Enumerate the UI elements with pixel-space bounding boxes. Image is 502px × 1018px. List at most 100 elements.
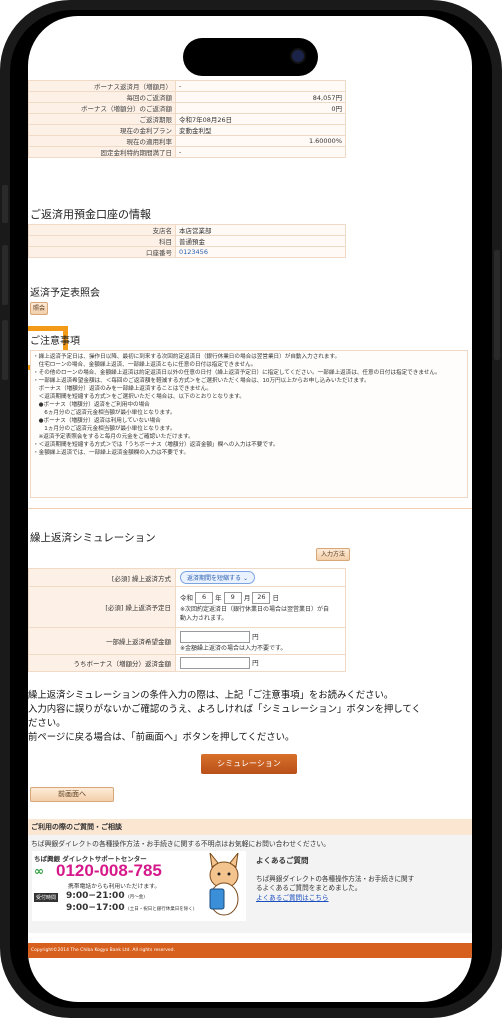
inquiry-button[interactable]: 照会 [30,302,48,315]
help-box: ちば興銀ダイレクトの各種操作方法・お手続きに関する不明点はお気軽にお問い合わせく… [28,835,472,933]
table-label: ボーナス（増額分）のご返済額 [28,102,176,114]
hours-label: 受付時間 [34,893,59,902]
bonus-input[interactable] [180,657,250,669]
note-line: ボーナス（増額分）返済のみを一部繰上返済することはできません。 [33,386,212,392]
table-row: [必須] 繰上返済予定日 令和 6 年 9 月 26 日 ※次回約定返済日（銀行… [28,586,346,628]
amount-unit: 円 [252,632,259,641]
dynamic-island [183,38,318,76]
schedule-section-title: 返済予定表照会 [30,288,100,299]
table-row: 現在の金利プラン 変動金利型 [28,124,346,136]
chevron-down-icon: ⌄ [242,575,248,582]
hours-weekday: 9:00−21:00 [66,891,125,901]
table-value: 変動金利型 [175,124,346,136]
table-row: ボーナス返済月（増額月） - [28,80,346,92]
table-label: 口座番号 [28,246,176,258]
notes-section-title: ご注意事項 [30,336,80,347]
mobile-note: 携帯電話からも利用いただけます。 [68,884,161,890]
note-line: ●ボーナス（増額分）返済は利用していない場合 [33,418,161,424]
power-button [494,250,500,360]
notes-box: ・繰上返済予定日は、操作日以降、最初に到来する次回約定返済日（銀行休業日の場合は… [30,350,468,498]
hours-weekend: 9:00−17:00 [66,903,125,913]
date-note: ※次回約定返済日（銀行休業日の場合は翌営業日）が自動入力されます。 [180,606,330,622]
table-value: 84,057円 [175,91,346,103]
support-card: ちば興銀 ダイレクトサポートセンター ∞ 0120-008-785 携帯電話から… [32,851,246,921]
volume-up-button [2,185,8,223]
method-cell: 返済期間を短縮する ⌄ [175,568,346,587]
loan-info-table: ボーナス返済月（増額月） - 毎回のご返済額 84,057円 ボーナス（増額分）のご… [28,80,346,158]
table-row: 固定金利特約期間満了日 - [28,146,346,158]
note-line: ・金額繰上返済では、一部繰上返済金額欄の入力は不要です。 [33,450,190,456]
side-button [2,320,8,380]
table-row: 毎回のご返済額 84,057円 [28,91,346,103]
table-value: 1.60000% [175,135,346,147]
month-unit: 月 [243,594,251,602]
bonus-unit: 円 [252,659,259,667]
era-label: 令和 [180,594,193,602]
amount-input[interactable] [180,630,250,643]
table-value: - [175,146,346,158]
note-line: ・その他のローンの場合、金額繰上返済は約定返済日以外の任意の日付（繰上返済予定日… [33,370,441,376]
table-label: 科目 [28,235,176,247]
table-value: 普通預金 [175,235,346,247]
table-row: 支店名 本店営業部 [28,224,346,236]
table-row: 一部繰上返済希望金額 円 ※金額繰上返済の場合は入力不要です。 [28,627,346,655]
note-line: ※返済予定表照会をすると毎月の元金をご確認いただけます。 [33,434,194,440]
faq-link[interactable]: よくあるご質問はこちら [256,892,329,902]
help-intro: ちば興銀ダイレクトの各種操作方法・お手続きに関する不明点はお気軽にお問い合わせく… [31,840,331,848]
table-value: 令和7年08月26日 [175,113,346,125]
table-label: 現在の金利プラン [28,124,176,136]
method-label: [必須] 繰上返済方式 [28,568,176,587]
support-phone[interactable]: 0120-008-785 [56,861,162,881]
amount-note: ※金額繰上返済の場合は入力不要です。 [180,644,287,652]
date-cell: 令和 6 年 9 月 26 日 ※次回約定返済日（銀行休業日の場合は翌営業日）が… [175,586,346,628]
instruction-line: 繰上返済シミュレーションの条件入力の際は、上記「ご注意事項」をお読みください。 [28,690,394,701]
method-select-value: 返済期間を短縮する [187,575,242,582]
table-row: 現在の適用利率 1.60000% [28,135,346,147]
instruction-line: 前ページに戻る場合は、「前画面へ」ボタンを押してください。 [28,732,295,743]
date-label: [必須] 繰上返済予定日 [28,586,176,628]
note-line: ・＜返済期間を短縮する方式＞では「うちボーナス（増額分）返済金額」欄への入力は不… [33,442,279,448]
input-method-button[interactable]: 入力方法 [316,548,350,561]
note-line: 6ヵ月分のご返済元金相当額が最小単位となります。 [33,410,176,416]
faq-title: よくあるご質問 [256,856,309,865]
hours-weekday-note: (月〜金) [128,895,146,900]
instruction-line: 入力内容に誤りがないかご確認のうえ、よろしければ「シミュレーション」ボタンを押し… [28,704,421,715]
table-row: [必須] 繰上返済方式 返済期間を短縮する ⌄ [28,568,346,587]
note-line: ・繰上返済予定日は、操作日以降、最初に到来する次回約定返済日（銀行休業日の場合は… [33,354,341,360]
mascot-icon [209,853,239,916]
amount-cell: 円 ※金額繰上返済の場合は入力不要です。 [175,627,346,655]
amount-label: 一部繰上返済希望金額 [28,627,176,655]
table-label: 固定金利特約期間満了日 [28,146,176,158]
year-input[interactable]: 6 [195,592,214,604]
simulation-table: [必須] 繰上返済方式 返済期間を短縮する ⌄ [必須] 繰上返済予定日 令和 … [28,568,346,672]
table-label: 毎回のご返済額 [28,91,176,103]
table-value: 本店営業部 [175,224,346,236]
note-line: ●ボーナス（増額分）返済をご利用中の場合 [33,402,150,408]
bonus-cell: 円 [175,654,346,672]
divider [28,508,472,509]
table-row: ボーナス（増額分）のご返済額 0円 [28,102,346,114]
year-unit: 年 [215,594,222,602]
screen: ボーナス返済月（増額月） - 毎回のご返済額 84,057円 ボーナス（増額分）のご… [28,16,472,1002]
note-line: ＜返済期間を短縮する方式＞をご選択いただく場合は、以下のとおりとなります。 [33,394,245,400]
volume-down-button [2,245,8,305]
table-value: - [175,80,346,92]
table-value: 0円 [175,102,346,114]
account-section-title: ご返済用預金口座の情報 [30,208,151,221]
table-row: ご返済期限 令和7年08月26日 [28,113,346,125]
month-input[interactable]: 9 [223,592,242,604]
simulation-button[interactable]: シミュレーション [201,754,297,774]
method-select[interactable]: 返済期間を短縮する ⌄ [180,571,255,584]
note-line: 住宅ローンの場合、金額繰上返済、一部繰上返済ともに任意の日付は指定できません。 [33,362,257,368]
hours-weekend-note: (土日・祝日と銀行休業日を除く) [128,907,195,912]
note-line: 1ヵ月分のご返済元金相当額が最小単位となります。 [33,426,176,432]
account-table: 支店名 本店営業部 科目 普通預金 口座番号 0123456 [28,224,346,258]
day-unit: 日 [272,594,279,602]
back-button[interactable]: 前画面へ [30,787,114,802]
table-row: 口座番号 0123456 [28,246,346,258]
day-input[interactable]: 26 [252,592,271,604]
table-row: うちボーナス（増額分）返済金額 円 [28,654,346,672]
table-value: 0123456 [175,246,346,258]
table-label: ボーナス返済月（増額月） [28,80,176,92]
note-line: ・一部繰上返済希望金額は、＜毎回のご返済額を軽減する方式＞をご選択いただく場合は… [33,378,370,384]
